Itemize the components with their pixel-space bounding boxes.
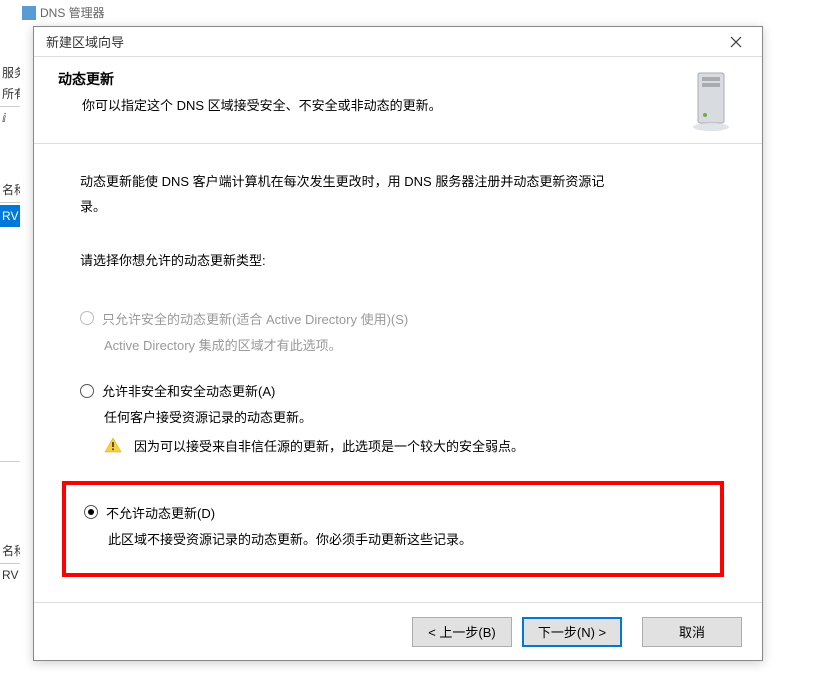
sidebar-item: 名称 xyxy=(0,540,20,561)
server-icon xyxy=(686,69,736,133)
wizard-header: 动态更新 你可以指定这个 DNS 区域接受安全、不安全或非动态的更新。 xyxy=(34,57,762,143)
warning-row: 因为可以接受来自非信任源的更新，此选项是一个较大的安全弱点。 xyxy=(104,436,716,455)
sidebar-item-active: RV xyxy=(0,205,20,227)
dns-app-icon xyxy=(22,6,36,20)
option-desc: 任何客户接受资源记录的动态更新。 xyxy=(104,408,716,428)
back-button[interactable]: < 上一步(B) xyxy=(412,617,512,647)
highlight-box: 不允许动态更新(D) 此区域不接受资源记录的动态更新。你必须手动更新这些记录。 xyxy=(62,481,724,578)
parent-window-title-text: DNS 管理器 xyxy=(40,4,105,21)
sidebar-item: 服务 xyxy=(0,62,20,83)
sidebar-item: 名称 xyxy=(0,179,20,200)
sidebar-item: ⅈ xyxy=(0,109,20,127)
option-label: 只允许安全的动态更新(适合 Active Directory 使用)(S) xyxy=(102,309,408,328)
wizard-subtext: 你可以指定这个 DNS 区域接受安全、不安全或非动态的更新。 xyxy=(58,95,442,114)
wizard-heading: 动态更新 xyxy=(58,69,442,89)
sidebar-item: 所有 xyxy=(0,83,20,104)
option-no-dynamic-updates[interactable]: 不允许动态更新(D) 此区域不接受资源记录的动态更新。你必须手动更新这些记录。 xyxy=(84,503,710,550)
parent-window-title: DNS 管理器 xyxy=(22,4,105,21)
next-button[interactable]: 下一步(N) > xyxy=(522,617,622,647)
option-nonsecure-and-secure[interactable]: 允许非安全和安全动态更新(A) 任何客户接受资源记录的动态更新。 因为可以接受来… xyxy=(80,381,716,455)
close-button[interactable] xyxy=(722,32,750,52)
option-desc: 此区域不接受资源记录的动态更新。你必须手动更新这些记录。 xyxy=(108,530,710,550)
dialog-title: 新建区域向导 xyxy=(46,32,124,51)
radio-secure-only xyxy=(80,311,94,325)
warning-text: 因为可以接受来自非信任源的更新，此选项是一个较大的安全弱点。 xyxy=(134,436,524,455)
option-secure-only: 只允许安全的动态更新(适合 Active Directory 使用)(S) Ac… xyxy=(80,309,716,356)
sidebar-item: RV xyxy=(0,566,20,584)
wizard-content: 动态更新能使 DNS 客户端计算机在每次发生更改时，用 DNS 服务器注册并动态… xyxy=(34,144,762,593)
background-sidebar: 服务 所有 ⅈ 名称 RV 名称 RV xyxy=(0,62,20,584)
options-group: 只允许安全的动态更新(适合 Active Directory 使用)(S) Ac… xyxy=(80,309,716,578)
radio-no-dynamic-updates[interactable] xyxy=(84,505,98,519)
dialog-title-bar: 新建区域向导 xyxy=(34,27,762,57)
intro-text: 录。 xyxy=(80,197,716,218)
instruction-text: 请选择你想允许的动态更新类型: xyxy=(80,250,716,269)
option-label: 不允许动态更新(D) xyxy=(106,503,215,522)
radio-nonsecure-and-secure[interactable] xyxy=(80,384,94,398)
warning-icon xyxy=(104,437,122,453)
option-desc: Active Directory 集成的区域才有此选项。 xyxy=(104,336,716,356)
wizard-button-bar: < 上一步(B) 下一步(N) > 取消 xyxy=(34,602,762,660)
intro-text: 动态更新能使 DNS 客户端计算机在每次发生更改时，用 DNS 服务器注册并动态… xyxy=(80,172,716,193)
option-label: 允许非安全和安全动态更新(A) xyxy=(102,381,275,400)
new-zone-wizard-dialog: 新建区域向导 动态更新 你可以指定这个 DNS 区域接受安全、不安全或非动态的更… xyxy=(33,26,763,661)
cancel-button[interactable]: 取消 xyxy=(642,617,742,647)
close-icon xyxy=(730,36,742,48)
